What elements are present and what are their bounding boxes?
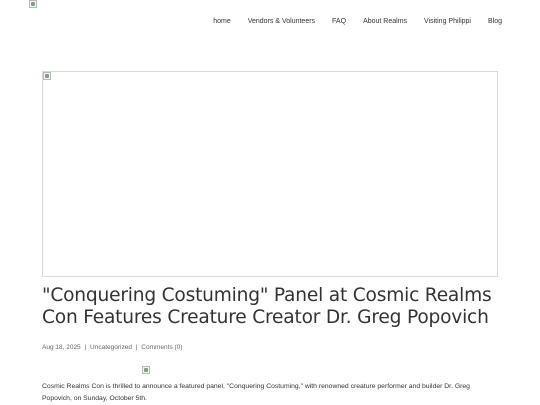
site-logo-image[interactable] — [29, 0, 37, 8]
post-date: Aug 18, 2025 — [42, 344, 81, 351]
nav-item-vendors-volunteers[interactable]: Vendors & Volunteers — [248, 18, 315, 25]
nav-item-home[interactable]: home — [213, 18, 231, 25]
post-body-paragraph: Cosmic Realms Con is thrilled to announc… — [42, 383, 470, 402]
main-navigation: home Vendors & Volunteers FAQ About Real… — [196, 18, 502, 25]
inline-image — [142, 366, 150, 374]
meta-separator: | — [135, 344, 138, 351]
nav-item-about-realms[interactable]: About Realms — [363, 18, 407, 25]
nav-item-blog[interactable]: Blog — [488, 18, 502, 25]
page: home Vendors & Volunteers FAQ About Real… — [0, 0, 540, 405]
post-title: "Conquering Costuming" Panel at Cosmic R… — [42, 285, 492, 328]
post-category-link[interactable]: Uncategorized — [90, 344, 132, 351]
nav-item-faq[interactable]: FAQ — [332, 18, 346, 25]
meta-separator: | — [84, 344, 87, 351]
post-comments-link[interactable]: Comments (0) — [141, 344, 182, 351]
featured-image — [42, 71, 498, 277]
broken-image-icon — [43, 72, 51, 80]
post-meta: Aug 18, 2025 | Uncategorized | Comments … — [42, 344, 182, 351]
nav-item-visiting-philippi[interactable]: Visiting Philippi — [424, 18, 471, 25]
